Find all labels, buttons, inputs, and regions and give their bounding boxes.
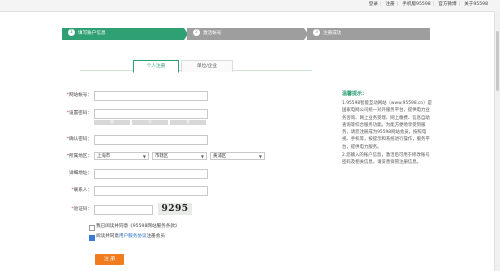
step-fill-info: 1 填写账户信息	[62, 28, 184, 40]
agree-text: 阅读并同意用户服务协议注册会员	[96, 234, 165, 239]
tab-company[interactable]: 单位/企业	[181, 60, 233, 72]
tips-panel: 1.95598智能互动网站（www.95598.cn）是国家电网公司统一对外服务…	[342, 100, 432, 168]
confirm-password-input[interactable]	[94, 135, 208, 145]
step-activate: 2 激活帐号	[187, 28, 304, 40]
step-label: 注册成功	[323, 31, 342, 36]
weibo-link[interactable]: 官方微博	[438, 2, 456, 7]
chevron-down-icon: ▼	[142, 154, 146, 159]
region-label: *所属地区：	[66, 154, 92, 159]
step-number: 2	[193, 29, 200, 36]
page-scrollbar[interactable]	[494, 11, 500, 271]
tips-title: 温馨提示：	[342, 91, 368, 97]
chevron-down-icon: ▼	[258, 154, 262, 159]
register-link[interactable]: 注册	[386, 2, 395, 7]
step-number: 3	[313, 29, 320, 36]
captcha-label: *验证码：	[71, 207, 92, 212]
captcha-input[interactable]	[94, 205, 153, 215]
register-button[interactable]: 注 册	[95, 254, 124, 265]
step-label: 激活帐号	[203, 31, 222, 36]
subscribe-checkbox[interactable]	[89, 225, 95, 231]
step-label: 填写账户信息	[78, 31, 106, 36]
city-select[interactable]: 市辖区 ▼	[152, 152, 207, 160]
phone-version-link[interactable]: 手机版95598	[402, 2, 430, 7]
contact-input[interactable]	[94, 186, 208, 196]
address-input[interactable]	[94, 169, 208, 179]
strength-strong: 强	[170, 120, 206, 125]
agreement-link[interactable]: 用户服务协议	[119, 234, 147, 239]
login-link[interactable]: 登录	[369, 2, 378, 7]
step-success: 3 注册成功	[307, 28, 430, 40]
province-select[interactable]: 上海市 ▼	[94, 152, 149, 160]
district-select[interactable]: 黄浦区 ▼	[210, 152, 265, 160]
password-label: *设置密码：	[66, 111, 92, 116]
captcha-image[interactable]: 9295	[158, 203, 192, 215]
step-number: 1	[68, 29, 75, 36]
contact-label: *联系人：	[71, 188, 92, 193]
subscribe-text: 我已阅读并同意《95598网站服务条款》	[96, 224, 180, 229]
confirm-password-label: *确认密码：	[66, 137, 92, 142]
account-label: *网站帐号：	[66, 93, 92, 98]
tips-line: 2.您输入的账户信息，激活后可用于修改账号密码及相关信息，请妥善保管注册信息。	[342, 153, 430, 166]
password-input[interactable]	[94, 109, 208, 119]
scrollbar-thumb[interactable]	[496, 31, 499, 91]
about-link[interactable]: 关于95598	[464, 2, 488, 7]
tab-personal[interactable]: 个人注册	[133, 60, 179, 73]
address-label: 详细地址：	[69, 171, 92, 176]
password-strength-meter: 弱 中 强	[94, 120, 206, 125]
tips-line: 1.95598智能互动网站（www.95598.cn）是国家电网公司统一对外服务…	[342, 101, 432, 150]
top-nav: 登录 | 注册 | 手机版95598 | 官方微博 | 关于95598	[368, 2, 488, 7]
account-input[interactable]	[94, 91, 208, 101]
strength-medium: 中	[132, 120, 168, 125]
chevron-down-icon: ▼	[200, 154, 204, 159]
strength-weak: 弱	[94, 120, 130, 125]
registration-steps: 1 填写账户信息 2 激活帐号 3 注册成功	[62, 28, 430, 40]
agree-checkbox[interactable]	[89, 235, 95, 241]
